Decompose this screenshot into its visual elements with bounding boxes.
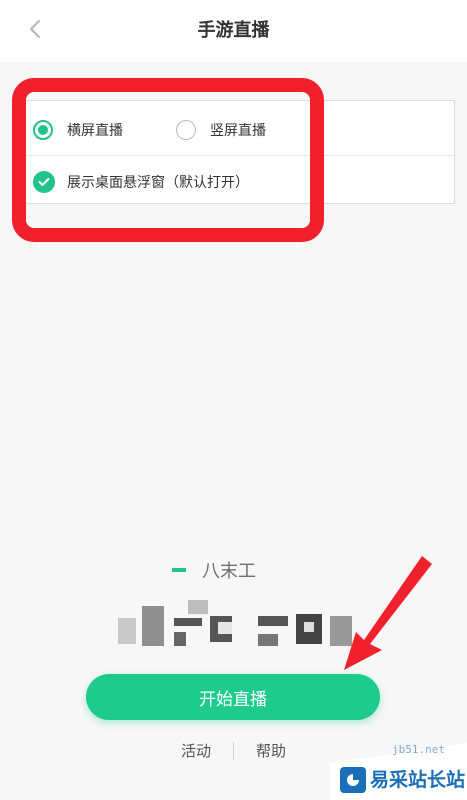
portrait-label[interactable]: 竖屏直播	[210, 120, 266, 140]
live-options-card: 横屏直播 竖屏直播 展示桌面悬浮窗（默认打开）	[22, 100, 455, 204]
checkmark-icon	[38, 178, 50, 186]
portrait-radio[interactable]	[176, 120, 196, 140]
pixelated-content	[118, 600, 358, 656]
watermark: jb51.net 易采站长站	[330, 735, 467, 800]
landscape-radio[interactable]	[33, 120, 53, 140]
red-arrow-icon	[344, 556, 432, 670]
page-title: 手游直播	[197, 20, 270, 41]
quality-label: 八末工	[202, 561, 256, 582]
floating-window-checkbox[interactable]	[33, 171, 55, 193]
link-divider	[233, 741, 234, 760]
orientation-row: 横屏直播 竖屏直播	[23, 105, 454, 156]
floating-window-label[interactable]: 展示桌面悬浮窗（默认打开）	[67, 172, 249, 192]
quality-indicator	[172, 568, 186, 572]
watermark-url: jb51.net	[392, 743, 445, 756]
site-logo-icon	[340, 767, 366, 793]
watermark-brand: 易采站长站	[370, 769, 466, 791]
landscape-label[interactable]: 横屏直播	[67, 120, 123, 140]
top-bar: 手游直播	[0, 0, 467, 62]
quality-selector[interactable]: 八末工	[172, 557, 256, 583]
floating-window-row: 展示桌面悬浮窗（默认打开）	[23, 157, 454, 207]
help-link[interactable]: 帮助	[256, 740, 286, 761]
activity-link[interactable]: 活动	[181, 740, 211, 761]
